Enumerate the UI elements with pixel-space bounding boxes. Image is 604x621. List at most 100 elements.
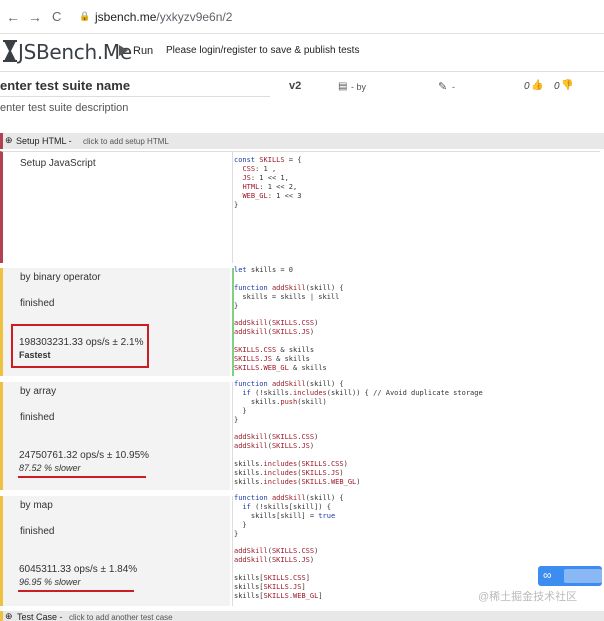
edit-suffix: - [452, 82, 455, 92]
case-status: finished [20, 412, 55, 423]
browser-toolbar [0, 0, 604, 34]
case-status: finished [20, 526, 55, 537]
code-line: function addSkill(skill) { [234, 380, 344, 388]
case-title[interactable]: by binary operator [20, 272, 101, 283]
code-line: JS: 1 << 1, [242, 173, 289, 182]
code-line: addSkill(SKILLS.JS) [234, 328, 315, 337]
code-line: skills = skills | skill [234, 292, 340, 301]
highlight-underline [18, 590, 134, 592]
code-line: SKILLS.WEB_GL & skills [234, 363, 327, 372]
case-ops: 6045311.33 ops/s ± 1.84% [19, 564, 138, 575]
hourglass-logo-icon [3, 40, 17, 62]
login-notice[interactable]: Please login/register to save & publish … [166, 45, 359, 56]
code-line: addSkill(SKILLS.CSS) [234, 319, 319, 328]
url-path: /yxkyzv9e6n/2 [156, 10, 233, 24]
address-bar[interactable]: jsbench.me/yxkyzv9e6n/2 [95, 10, 232, 24]
code-line: addSkill(SKILLS.JS) [234, 442, 315, 451]
case-code-editor[interactable]: let skills = 0 function addSkill(skill) … [234, 266, 344, 373]
code-line: CSS: 1 , [242, 164, 277, 173]
lock-icon: 🔒 [79, 11, 91, 21]
like-count: 0 [524, 81, 530, 92]
code-line: addSkill(SKILLS.JS) [234, 556, 315, 565]
code-line: addSkill(SKILLS.CSS) [234, 547, 319, 556]
highlight-underline [18, 476, 146, 478]
version-label: v2 [289, 80, 302, 92]
case-ops: 24750761.32 ops/s ± 10.95% [19, 450, 150, 461]
case-title[interactable]: by array [20, 386, 56, 397]
code-line: addSkill(SKILLS.CSS) [234, 433, 319, 442]
add-test-case-header[interactable]: ⊕ Test Case - click to add another test … [0, 611, 604, 621]
code-line: } [234, 520, 247, 529]
case-verdict: 87.52 % slower [19, 463, 81, 473]
reload-icon[interactable]: C [52, 9, 61, 24]
code-line: skills.includes(SKILLS.JS) [234, 469, 344, 478]
code-line: function addSkill(skill) { [234, 283, 344, 292]
author-label: - by [351, 82, 367, 92]
code-line: skills.push(skill) [234, 397, 327, 406]
thumbs-up-icon[interactable]: 👍 [531, 80, 543, 91]
test-case-hint: click to add another test case [69, 613, 173, 621]
play-icon[interactable] [118, 45, 128, 56]
case-result-panel [0, 382, 230, 490]
setup-html-header[interactable]: ⊕ Setup HTML - click to add setup HTML [0, 133, 604, 149]
case-status: finished [20, 298, 55, 309]
plus-circle-icon: ⊕ [5, 135, 13, 145]
code-line: } [234, 200, 239, 209]
logo[interactable]: JSBench.Me [18, 40, 132, 64]
suite-description-input[interactable]: enter test suite description [0, 102, 128, 114]
thumbs-down-icon[interactable]: 👎 [561, 80, 573, 91]
code-line: skills[SKILLS.WEB_GL] [234, 591, 323, 600]
test-case-label: Test Case - [17, 612, 63, 621]
divider [232, 151, 233, 263]
code-line: if (!skills.includes(skill)) { // Avoid … [242, 388, 483, 397]
suite-name-input[interactable]: enter test suite name [0, 78, 270, 97]
setup-html-hint: click to add setup HTML [83, 137, 169, 146]
code-line: } [234, 529, 239, 538]
code-line: skills[SKILLS.CSS] [234, 574, 310, 583]
app-badge[interactable]: ∞ [538, 566, 602, 586]
code-line: SKILLS.JS & skills [234, 355, 310, 364]
case-title[interactable]: by map [20, 500, 53, 511]
code-line: skills.includes(SKILLS.CSS) [234, 460, 348, 469]
case-code-editor[interactable]: function addSkill(skill) { if (!skills[s… [234, 494, 344, 601]
watermark: @稀土掘金技术社区 [478, 591, 578, 603]
back-icon[interactable]: ← [6, 9, 20, 25]
badge-blur [564, 569, 602, 583]
setup-js-editor[interactable]: const SKILLS = { CSS: 1 , JS: 1 << 1, HT… [234, 156, 301, 209]
url-domain: jsbench.me [95, 10, 157, 24]
setup-html-label: Setup HTML - [16, 136, 72, 146]
dislike-count: 0 [554, 81, 560, 92]
case-verdict: Fastest [19, 350, 51, 360]
case-ops: 198303231.33 ops/s ± 2.1% [19, 337, 144, 348]
case-code-editor[interactable]: function addSkill(skill) { if (!skills.i… [234, 380, 483, 487]
code-line: skills[skill] = true [234, 511, 336, 520]
code-line: } [234, 301, 239, 310]
code-line: if (!skills[skill]) { [242, 502, 331, 511]
document-icon: ▤ [338, 81, 348, 92]
link-icon: ∞ [543, 568, 552, 582]
code-line: let skills = 0 [234, 266, 294, 274]
code-line: skills[SKILLS.JS] [234, 583, 306, 592]
plus-circle-icon: ⊕ [5, 611, 13, 621]
forward-icon[interactable]: → [28, 9, 42, 25]
code-line: WEB_GL: 1 << 3 [242, 191, 302, 200]
case-verdict: 96.95 % slower [19, 577, 81, 587]
run-button[interactable]: Run [133, 45, 153, 57]
code-line: const SKILLS = { [234, 156, 302, 164]
code-line: skills.includes(SKILLS.WEB_GL) [234, 477, 361, 486]
code-line: SKILLS.CSS & skills [234, 346, 315, 355]
setup-js-label: Setup JavaScript [20, 158, 96, 169]
code-line: } [234, 415, 239, 424]
code-line: HTML: 1 << 2, [242, 182, 298, 191]
case-divider [232, 496, 233, 606]
code-line: } [234, 406, 247, 415]
edit-icon[interactable]: ✎ [438, 80, 447, 93]
code-line: function addSkill(skill) { [234, 494, 344, 502]
